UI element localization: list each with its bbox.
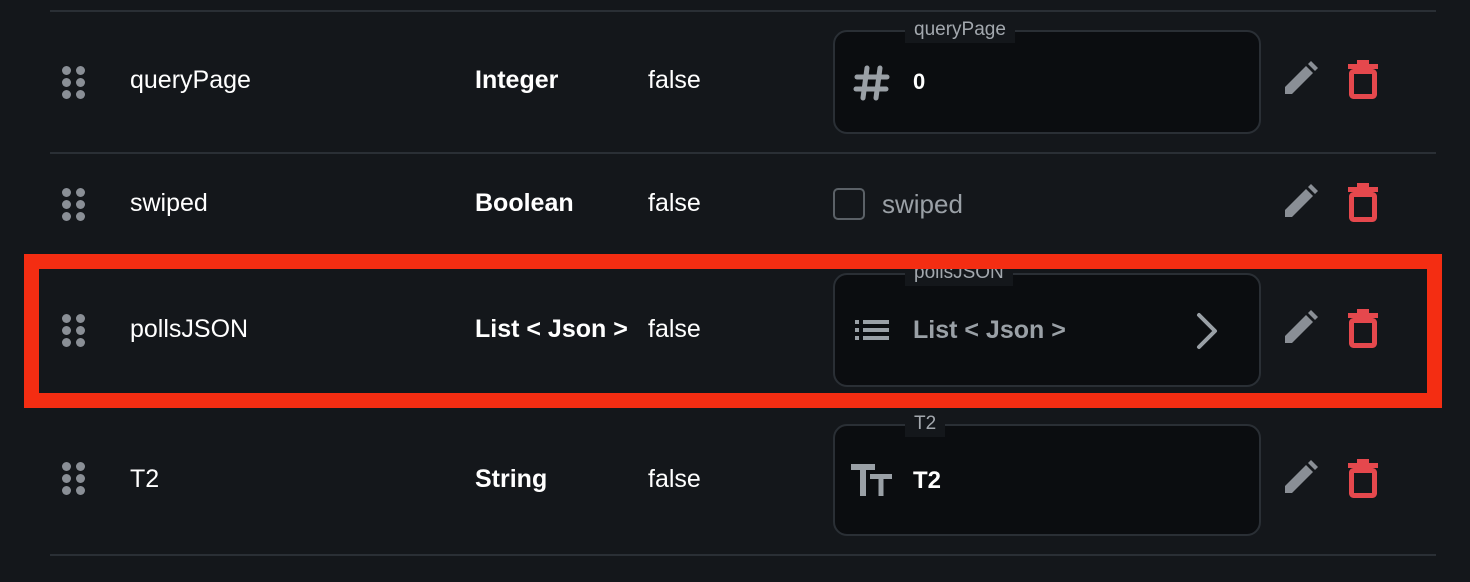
trash-icon bbox=[1347, 458, 1379, 503]
list-input-field[interactable]: pollsJSON List < Json > bbox=[833, 260, 1261, 387]
variable-type: Integer bbox=[475, 66, 559, 94]
field-label: pollsJSON bbox=[905, 260, 1013, 286]
pencil-icon bbox=[1281, 183, 1319, 226]
field-value: T2 bbox=[913, 467, 942, 494]
row-divider bbox=[50, 10, 1436, 12]
variable-type: List < Json > bbox=[475, 315, 628, 343]
number-input-field[interactable]: queryPage 0 bbox=[833, 17, 1261, 134]
delete-button[interactable] bbox=[1341, 458, 1385, 502]
edit-button[interactable] bbox=[1278, 308, 1322, 352]
variable-name: T2 bbox=[130, 465, 160, 493]
drag-handle-icon[interactable] bbox=[62, 188, 86, 222]
text-input-field[interactable]: T2 T2 bbox=[833, 411, 1261, 536]
field-label: T2 bbox=[905, 411, 946, 437]
variable-type: Boolean bbox=[475, 189, 574, 217]
trash-icon bbox=[1347, 182, 1379, 227]
list-icon bbox=[855, 319, 889, 346]
checkbox-label: swiped bbox=[882, 188, 963, 219]
edit-button[interactable] bbox=[1278, 458, 1322, 502]
field-value: 0 bbox=[913, 69, 926, 94]
trash-icon bbox=[1347, 59, 1379, 104]
boolean-field: swiped bbox=[833, 187, 963, 221]
text-icon bbox=[851, 464, 893, 501]
trash-icon bbox=[1347, 308, 1379, 353]
drag-handle-icon[interactable] bbox=[62, 66, 86, 100]
field-value: List < Json > bbox=[913, 316, 1066, 344]
variable-nullable: false bbox=[648, 465, 701, 493]
variable-nullable: false bbox=[648, 66, 701, 94]
field-label: queryPage bbox=[905, 17, 1015, 43]
delete-button[interactable] bbox=[1341, 59, 1385, 103]
variable-nullable: false bbox=[648, 189, 701, 217]
pencil-icon bbox=[1281, 60, 1319, 103]
delete-button[interactable] bbox=[1341, 308, 1385, 352]
checkbox-icon[interactable] bbox=[833, 188, 865, 220]
variable-name: swiped bbox=[130, 189, 208, 217]
edit-button[interactable] bbox=[1278, 59, 1322, 103]
chevron-right-icon[interactable] bbox=[1193, 311, 1221, 356]
variable-name: queryPage bbox=[130, 66, 251, 94]
drag-handle-icon[interactable] bbox=[62, 462, 86, 496]
variable-name: pollsJSON bbox=[130, 315, 249, 343]
hash-icon bbox=[853, 64, 891, 107]
drag-handle-icon[interactable] bbox=[62, 314, 86, 348]
pencil-icon bbox=[1281, 309, 1319, 352]
edit-button[interactable] bbox=[1278, 182, 1322, 226]
variable-nullable: false bbox=[648, 315, 701, 343]
variables-table: queryPage Integer false queryPage 0 swip… bbox=[0, 0, 1470, 582]
row-divider bbox=[50, 152, 1436, 154]
variable-type: String bbox=[475, 465, 548, 493]
pencil-icon bbox=[1281, 459, 1319, 502]
row-divider bbox=[50, 554, 1436, 556]
delete-button[interactable] bbox=[1341, 182, 1385, 226]
